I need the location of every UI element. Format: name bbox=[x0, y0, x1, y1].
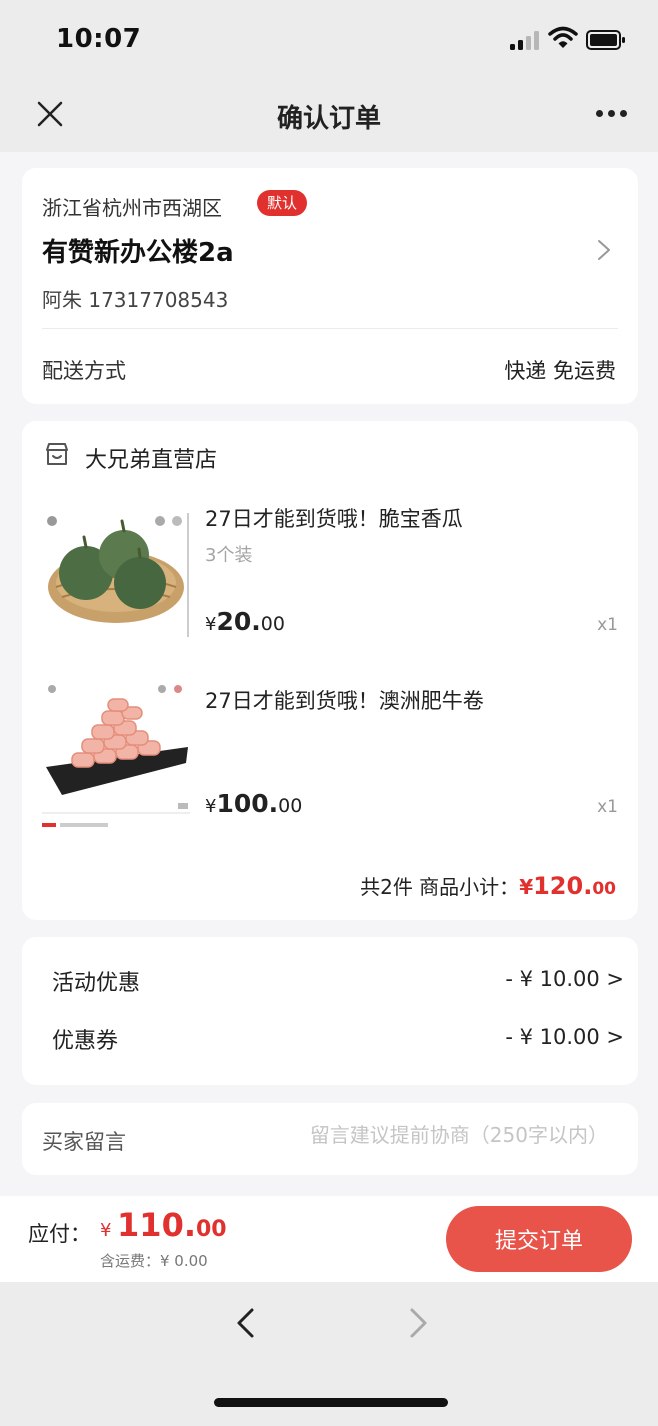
address-region: 浙江省杭州市西湖区 bbox=[42, 196, 222, 220]
subtotal-label: 共2件 商品小计： bbox=[360, 875, 520, 899]
product-image bbox=[42, 679, 190, 827]
discount-amount: - ¥ 10.00 > bbox=[505, 967, 624, 991]
price-integer: 100. bbox=[216, 789, 279, 818]
status-bar: 10:07 bbox=[0, 0, 658, 80]
address-street: 有赞新办公楼2a bbox=[42, 238, 234, 268]
amount-due-label: 应付： bbox=[28, 1222, 91, 1246]
price-decimal: 00 bbox=[260, 613, 285, 635]
price-integer: 20. bbox=[216, 607, 261, 636]
page-title: 确认订单 bbox=[276, 104, 381, 134]
product-title: 27日才能到货哦！脆宝香瓜 bbox=[205, 507, 463, 531]
shipping-fee: 含运费：¥ 0.00 bbox=[100, 1252, 208, 1270]
forward-arrow-icon[interactable] bbox=[404, 1306, 432, 1340]
promotion-discount-row[interactable]: 活动优惠 - ¥ 10.00 > bbox=[52, 965, 624, 997]
home-indicator bbox=[214, 1398, 448, 1407]
product-title: 27日才能到货哦！澳洲肥牛卷 bbox=[205, 689, 484, 713]
status-time: 10:07 bbox=[56, 24, 142, 54]
discount-amount: - ¥ 10.00 > bbox=[505, 1025, 624, 1049]
discounts-card: 活动优惠 - ¥ 10.00 > 优惠券 - ¥ 10.00 > bbox=[22, 937, 638, 1085]
browser-toolbar bbox=[0, 1282, 658, 1426]
phone-screen: 10:07 确认订单 浙江省杭州市西湖区 默认 有赞新办公楼2a 阿朱 1731… bbox=[0, 0, 658, 1426]
amount-due: ¥ 110.00 bbox=[100, 1206, 227, 1244]
subtotal-integer: 120. bbox=[533, 872, 593, 900]
product-image bbox=[42, 497, 190, 645]
subtotal-currency: ¥ bbox=[519, 875, 534, 899]
wifi-icon bbox=[548, 26, 578, 48]
address-contact: 阿朱 17317708543 bbox=[42, 288, 229, 312]
more-options-icon[interactable] bbox=[592, 110, 632, 122]
divider bbox=[42, 328, 618, 329]
subtotal-decimal: 00 bbox=[592, 879, 616, 899]
subtotal: 共2件 商品小计：¥120.00 bbox=[360, 871, 616, 900]
default-badge: 默认 bbox=[257, 190, 308, 216]
address-card[interactable]: 浙江省杭州市西湖区 默认 有赞新办公楼2a 阿朱 17317708543 配送方… bbox=[22, 168, 638, 404]
product-spec: 3个装 bbox=[205, 545, 253, 566]
shipping-method-value: 快递 免运费 bbox=[504, 359, 616, 383]
discount-label: 活动优惠 bbox=[52, 971, 141, 996]
submit-order-button[interactable]: 提交订单 bbox=[446, 1206, 632, 1272]
product-item[interactable]: 27日才能到货哦！脆宝香瓜 3个装 ¥20.00 x1 bbox=[42, 497, 618, 657]
chevron-right-icon[interactable] bbox=[596, 238, 612, 262]
product-price: ¥20.00 bbox=[205, 607, 285, 636]
product-item[interactable]: 27日才能到货哦！澳洲肥牛卷 ¥100.00 x1 bbox=[42, 679, 618, 839]
buyer-note-input[interactable] bbox=[248, 1123, 608, 1147]
back-arrow-icon[interactable] bbox=[232, 1306, 260, 1340]
price-currency: ¥ bbox=[205, 796, 217, 817]
due-integer: 110. bbox=[117, 1206, 196, 1244]
coupon-row[interactable]: 优惠券 - ¥ 10.00 > bbox=[52, 1023, 624, 1055]
navigation-bar: 确认订单 bbox=[0, 80, 658, 152]
product-quantity: x1 bbox=[597, 797, 618, 817]
battery-icon bbox=[586, 30, 625, 50]
price-currency: ¥ bbox=[205, 614, 217, 635]
due-currency: ¥ bbox=[100, 1220, 112, 1241]
shop-card: 大兄弟直营店 27日才能到货哦！脆宝香瓜 3个装 ¥20.00 x1 27日才能… bbox=[22, 421, 638, 920]
discount-label: 优惠券 bbox=[52, 1029, 119, 1054]
product-quantity: x1 bbox=[597, 615, 618, 635]
shop-name: 大兄弟直营店 bbox=[85, 448, 218, 473]
shop-icon bbox=[46, 443, 68, 465]
buyer-note-label: 买家留言 bbox=[42, 1130, 126, 1154]
due-decimal: 00 bbox=[195, 1217, 227, 1242]
price-decimal: 00 bbox=[278, 795, 303, 817]
shipping-method-label: 配送方式 bbox=[42, 359, 126, 383]
product-price: ¥100.00 bbox=[205, 789, 302, 818]
payment-bar: 应付： ¥ 110.00 含运费：¥ 0.00 提交订单 bbox=[0, 1196, 658, 1282]
cellular-signal-icon bbox=[510, 30, 542, 50]
buyer-note-card: 买家留言 bbox=[22, 1103, 638, 1175]
